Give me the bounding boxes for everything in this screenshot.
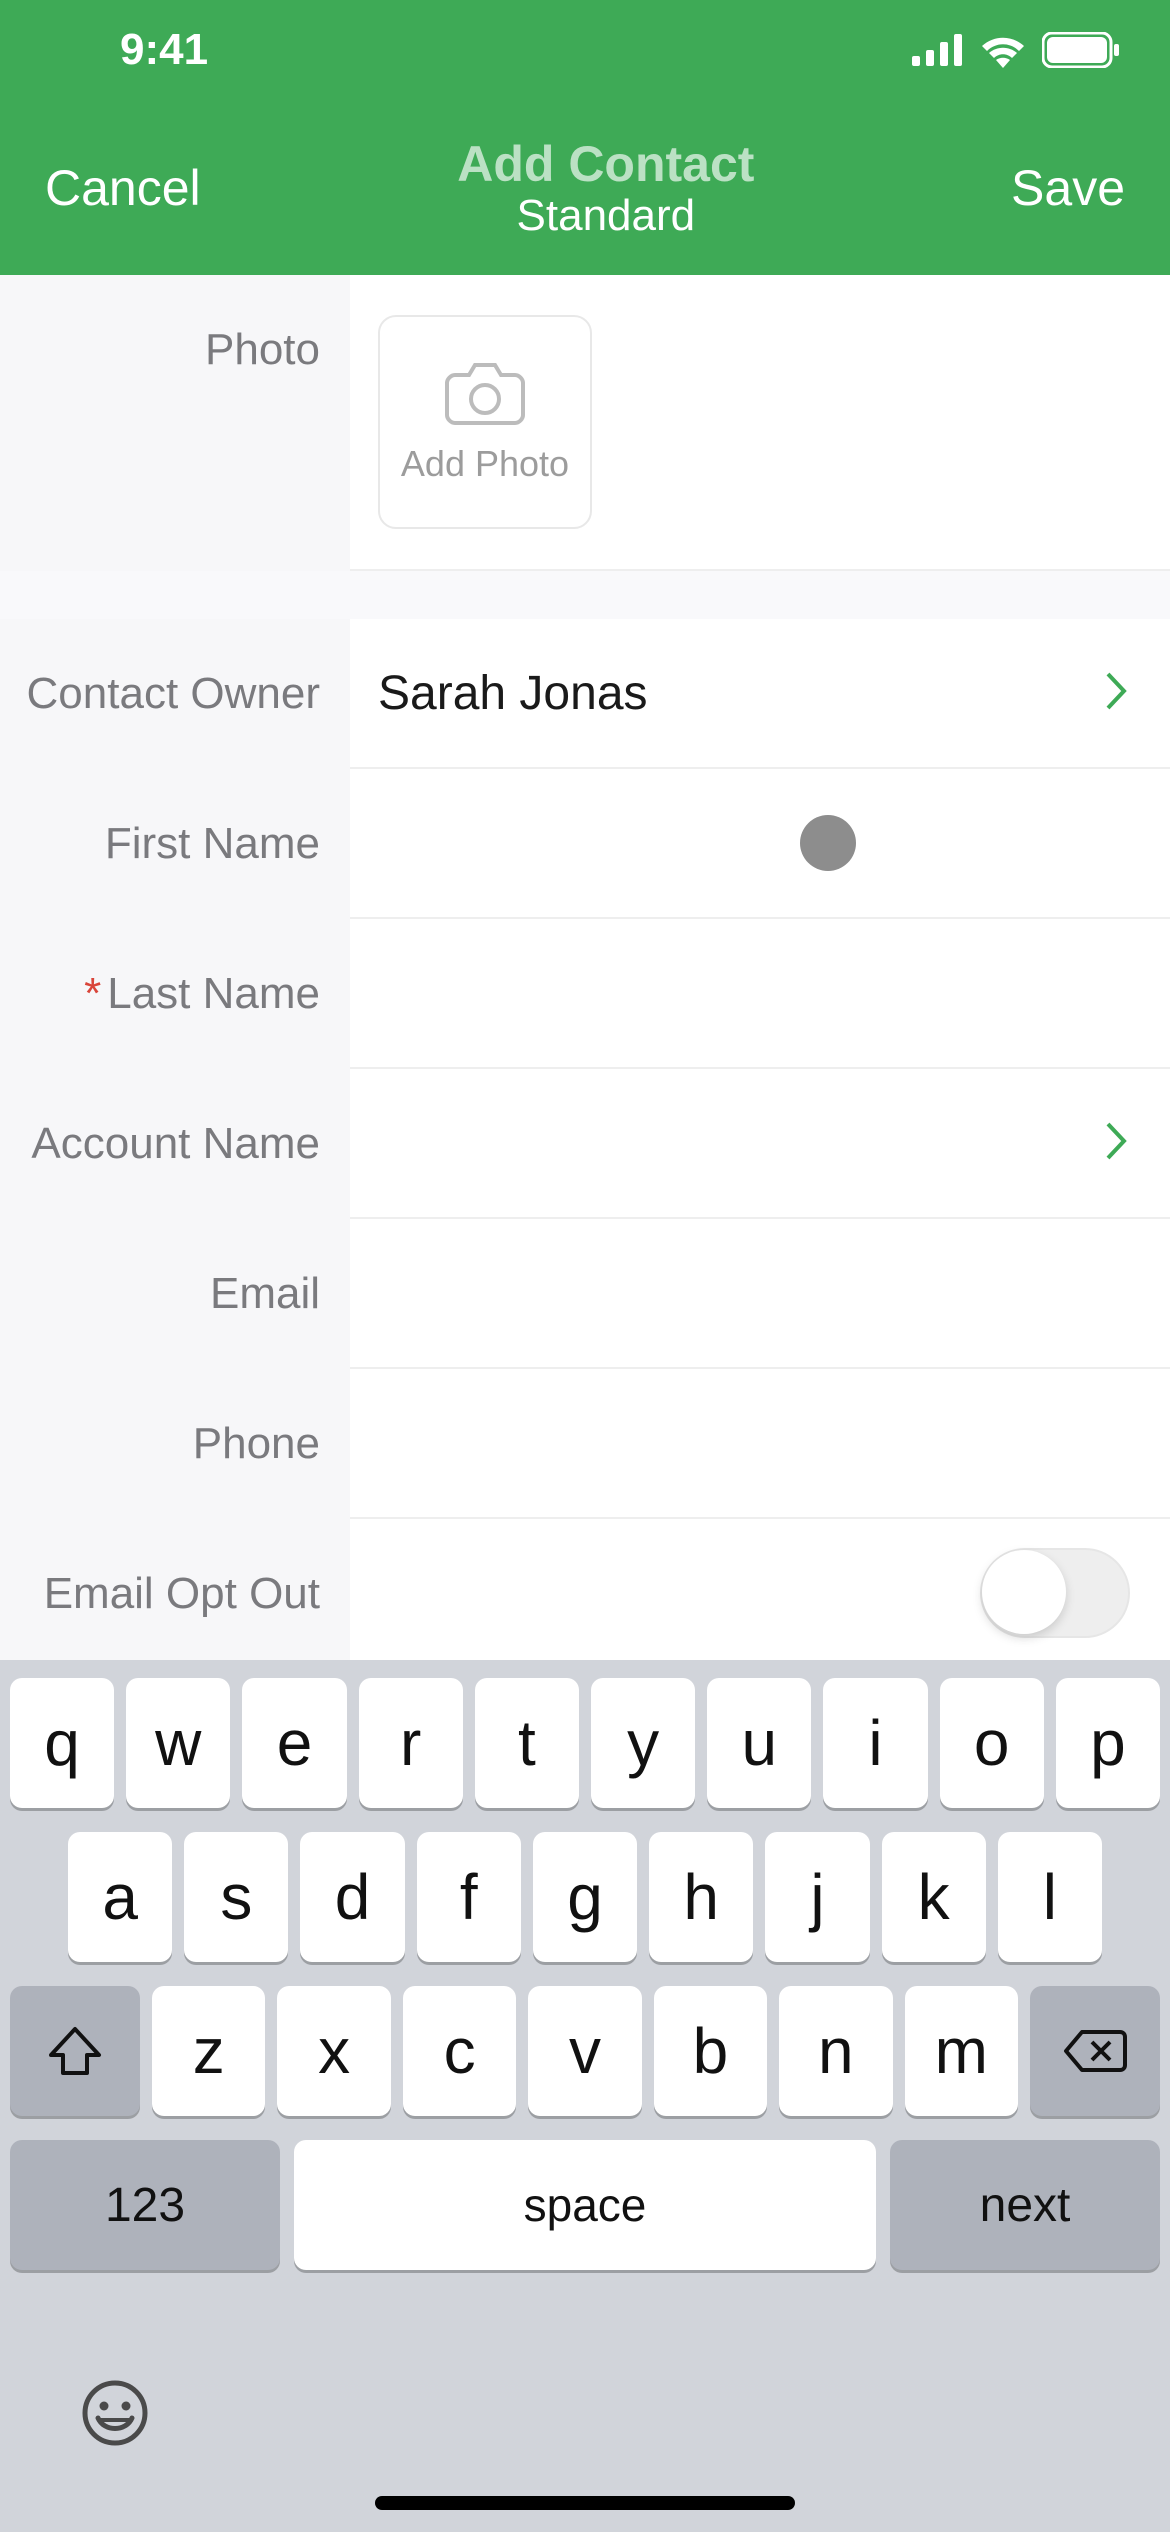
row-first-name: First Name bbox=[0, 769, 1170, 919]
key-l[interactable]: l bbox=[998, 1832, 1102, 1962]
key-z[interactable]: z bbox=[152, 1986, 265, 2116]
required-indicator: * bbox=[84, 969, 101, 1019]
phone-label: Phone bbox=[0, 1369, 350, 1519]
emoji-button[interactable] bbox=[80, 2378, 150, 2448]
key-w[interactable]: w bbox=[126, 1678, 230, 1808]
key-h[interactable]: h bbox=[649, 1832, 753, 1962]
last-name-input[interactable] bbox=[378, 966, 1130, 1020]
key-p[interactable]: p bbox=[1056, 1678, 1160, 1808]
keyboard-row-1: q w e r t y u i o p bbox=[10, 1678, 1160, 1808]
status-time: 9:41 bbox=[120, 25, 208, 75]
key-j[interactable]: j bbox=[765, 1832, 869, 1962]
first-name-input[interactable] bbox=[378, 816, 1130, 870]
key-123[interactable]: 123 bbox=[10, 2140, 280, 2270]
email-optout-toggle[interactable] bbox=[980, 1548, 1130, 1638]
row-contact-owner[interactable]: Contact Owner Sarah Jonas bbox=[0, 619, 1170, 769]
key-b[interactable]: b bbox=[654, 1986, 767, 2116]
key-e[interactable]: e bbox=[242, 1678, 346, 1808]
email-label: Email bbox=[0, 1219, 350, 1369]
key-r[interactable]: r bbox=[359, 1678, 463, 1808]
key-k[interactable]: k bbox=[882, 1832, 986, 1962]
key-s[interactable]: s bbox=[184, 1832, 288, 1962]
account-name-label: Account Name bbox=[0, 1069, 350, 1219]
row-photo: Photo Add Photo bbox=[0, 275, 1170, 571]
text-cursor-indicator bbox=[800, 815, 856, 871]
nav-bar: Cancel Add Contact Standard Save bbox=[0, 100, 1170, 275]
key-q[interactable]: q bbox=[10, 1678, 114, 1808]
key-next[interactable]: next bbox=[890, 2140, 1160, 2270]
backspace-icon bbox=[1062, 2028, 1128, 2074]
battery-icon bbox=[1042, 32, 1120, 68]
chevron-right-icon bbox=[1104, 670, 1130, 717]
email-input[interactable] bbox=[378, 1266, 1130, 1320]
phone-input[interactable] bbox=[378, 1416, 1130, 1470]
save-button[interactable]: Save bbox=[1011, 159, 1125, 217]
key-d[interactable]: d bbox=[300, 1832, 404, 1962]
emoji-icon bbox=[80, 2378, 150, 2448]
key-space[interactable]: space bbox=[294, 2140, 876, 2270]
nav-title-block: Add Contact Standard bbox=[457, 135, 754, 241]
cellular-icon bbox=[912, 34, 964, 66]
keyboard-row-3: z x c v b n m bbox=[10, 1986, 1160, 2116]
toggle-thumb bbox=[982, 1550, 1066, 1634]
keyboard-row-2: a s d f g h j k l bbox=[10, 1832, 1160, 1962]
key-n[interactable]: n bbox=[779, 1986, 892, 2116]
cancel-button[interactable]: Cancel bbox=[45, 159, 201, 217]
status-bar: 9:41 bbox=[0, 0, 1170, 100]
add-photo-button[interactable]: Add Photo bbox=[378, 315, 592, 529]
shift-icon bbox=[47, 2025, 103, 2077]
key-a[interactable]: a bbox=[68, 1832, 172, 1962]
camera-icon bbox=[445, 359, 525, 425]
keyboard: q w e r t y u i o p a s d f g h j k l z bbox=[0, 1660, 1170, 2532]
add-photo-label: Add Photo bbox=[401, 443, 569, 485]
key-shift[interactable] bbox=[10, 1986, 140, 2116]
contact-owner-value: Sarah Jonas bbox=[378, 666, 648, 721]
key-x[interactable]: x bbox=[277, 1986, 390, 2116]
row-account-name[interactable]: Account Name bbox=[0, 1069, 1170, 1219]
contact-owner-label: Contact Owner bbox=[0, 619, 350, 769]
page-subtitle: Standard bbox=[457, 191, 754, 241]
status-icons bbox=[912, 32, 1120, 68]
key-backspace[interactable] bbox=[1030, 1986, 1160, 2116]
key-f[interactable]: f bbox=[417, 1832, 521, 1962]
key-c[interactable]: c bbox=[403, 1986, 516, 2116]
row-phone: Phone bbox=[0, 1369, 1170, 1519]
row-email-optout: Email Opt Out bbox=[0, 1519, 1170, 1660]
key-i[interactable]: i bbox=[823, 1678, 927, 1808]
key-m[interactable]: m bbox=[905, 1986, 1018, 2116]
first-name-label: First Name bbox=[0, 769, 350, 919]
key-u[interactable]: u bbox=[707, 1678, 811, 1808]
chevron-right-icon bbox=[1104, 1120, 1130, 1167]
email-optout-label: Email Opt Out bbox=[0, 1519, 350, 1660]
key-y[interactable]: y bbox=[591, 1678, 695, 1808]
key-o[interactable]: o bbox=[940, 1678, 1044, 1808]
last-name-label: *Last Name bbox=[0, 919, 350, 1069]
key-t[interactable]: t bbox=[475, 1678, 579, 1808]
home-indicator[interactable] bbox=[375, 2496, 795, 2510]
form: Photo Add Photo Contact Owner Sarah Jona… bbox=[0, 275, 1170, 1660]
row-last-name: *Last Name bbox=[0, 919, 1170, 1069]
keyboard-row-4: 123 space next bbox=[10, 2140, 1160, 2270]
page-title: Add Contact bbox=[457, 135, 754, 193]
wifi-icon bbox=[978, 32, 1028, 68]
row-email: Email bbox=[0, 1219, 1170, 1369]
photo-label: Photo bbox=[0, 275, 350, 571]
key-v[interactable]: v bbox=[528, 1986, 641, 2116]
key-g[interactable]: g bbox=[533, 1832, 637, 1962]
